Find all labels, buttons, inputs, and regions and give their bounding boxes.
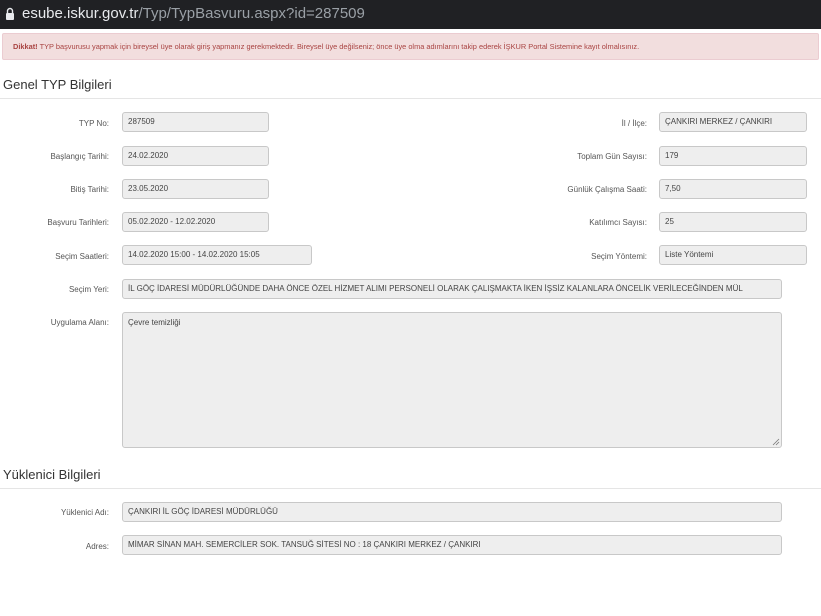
label-secim-saat: Seçim Saatleri: [55, 252, 109, 261]
label-il-ilce: İl / İlçe: [621, 119, 647, 128]
field-adres[interactable]: MİMAR SİNAN MAH. SEMERCİLER SOK. TANSUĞ … [122, 535, 782, 555]
label-secim-yontem: Seçim Yöntemi: [591, 252, 647, 261]
alert-text: TYP başvurusu yapmak için bireysel üye o… [37, 42, 640, 51]
label-adres: Adres: [85, 542, 109, 551]
browser-address-bar[interactable]: esube.iskur.gov.tr/Typ/TypBasvuru.aspx?i… [0, 0, 821, 29]
field-basvuru[interactable]: 05.02.2020 - 12.02.2020 [122, 212, 269, 232]
field-uygulama[interactable]: Çevre temizliği [122, 312, 782, 448]
label-toplam-gun: Toplam Gün Sayısı: [577, 152, 647, 161]
label-basvuru: Başvuru Tarihleri: [47, 218, 109, 227]
section-divider [0, 98, 821, 99]
label-bitis: Bitiş Tarihi: [70, 185, 109, 194]
url-text[interactable]: esube.iskur.gov.tr/Typ/TypBasvuru.aspx?i… [22, 5, 365, 22]
alert-prefix: Dikkat! [13, 42, 38, 51]
field-secim-yeri[interactable]: İL GÖÇ İDARESİ MÜDÜRLÜĞÜNDE DAHA ÖNCE ÖZ… [122, 279, 782, 299]
url-host: esube.iskur.gov.tr [22, 5, 139, 22]
section-title-genel: Genel TYP Bilgileri [3, 77, 112, 92]
label-uygulama: Uygulama Alanı: [50, 318, 109, 327]
label-typ-no: TYP No: [78, 119, 109, 128]
field-baslangic[interactable]: 24.02.2020 [122, 146, 269, 166]
field-secim-saat[interactable]: 14.02.2020 15:00 - 14.02.2020 15:05 [122, 245, 312, 265]
label-baslangic: Başlangıç Tarihi: [50, 152, 109, 161]
field-toplam-gun[interactable]: 179 [659, 146, 807, 166]
section-title-yuklenici: Yüklenici Bilgileri [3, 467, 101, 482]
warning-alert: Dikkat! TYP başvurusu yapmak için bireys… [2, 33, 819, 60]
label-gunluk-saat: Günlük Çalışma Saati: [567, 185, 647, 194]
uygulama-text: Çevre temizliği [128, 318, 181, 327]
field-gunluk-saat[interactable]: 7,50 [659, 179, 807, 199]
field-typ-no[interactable]: 287509 [122, 112, 269, 132]
field-katilimci[interactable]: 25 [659, 212, 807, 232]
url-path: /Typ/TypBasvuru.aspx?id=287509 [138, 5, 365, 22]
section-divider [0, 488, 821, 489]
field-bitis[interactable]: 23.05.2020 [122, 179, 269, 199]
label-katilimci: Katılımcı Sayısı: [589, 218, 647, 227]
field-secim-yontem[interactable]: Liste Yöntemi [659, 245, 807, 265]
lock-icon [6, 7, 14, 20]
field-yuklenici-adi[interactable]: ÇANKIRI İL GÖÇ İDARESİ MÜDÜRLÜĞÜ [122, 502, 782, 522]
resize-handle-icon[interactable] [772, 438, 780, 446]
label-secim-yeri: Seçim Yeri: [68, 285, 109, 294]
field-il-ilce[interactable]: ÇANKIRI MERKEZ / ÇANKIRI [659, 112, 807, 132]
label-yuklenici-adi: Yüklenici Adı: [60, 508, 109, 517]
